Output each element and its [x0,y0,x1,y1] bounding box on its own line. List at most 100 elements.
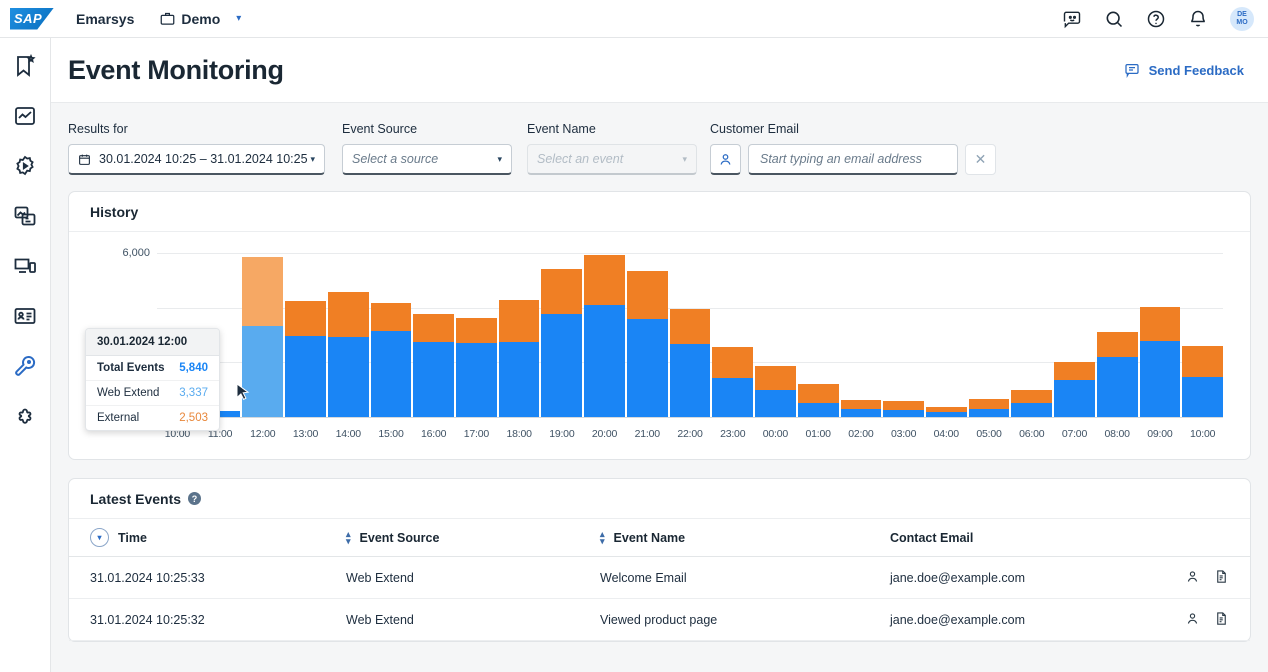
chart-plot-area: 6,000 0 [122,247,1223,423]
help-icon[interactable] [1146,9,1166,29]
x-axis-tick-label: 16:00 [421,428,447,440]
sidebar-item-integrations[interactable] [13,404,37,428]
column-header-event-name[interactable]: ▴ ▾ Event Name [600,529,890,545]
tools-wrench-icon [15,355,36,376]
chart-bar[interactable] [370,253,412,417]
date-range-picker[interactable]: 30.01.2024 10:25 – 31.01.2024 10:25 ▾ [68,144,325,175]
chart-bar[interactable] [925,253,967,417]
bar-segment-web-extend [1139,341,1181,417]
event-source-select[interactable]: Select a source ▾ [342,144,512,175]
table-header: ▾ Time ▴ ▾ Event Source ▴ ▾ Event Name Con… [69,519,1250,557]
bar-segment-web-extend [242,325,284,417]
x-axis-tick-label: 19:00 [549,428,575,440]
chart-bar[interactable] [968,253,1010,417]
x-axis-tick-label: 15:00 [378,428,404,440]
person-icon[interactable] [1185,611,1200,629]
chart-bar[interactable] [327,253,369,417]
bar-segment-web-extend [498,342,540,417]
latest-events-title: Latest Events [90,490,182,507]
x-axis-tick-label: 10:00 [1189,428,1216,440]
table-row[interactable]: 31.01.2024 10:25:33 Web Extend Welcome Ema… [69,557,1250,599]
bar-segment-web-extend [1011,402,1053,417]
bar-segment-web-extend [370,331,412,417]
comment-icon [1124,64,1139,78]
chart-bar[interactable] [498,253,540,417]
customer-email-input[interactable] [748,144,958,175]
bar-segment-web-extend [797,402,839,417]
chart-bar[interactable] [669,253,711,417]
clear-email-button[interactable]: ✕ [965,144,996,175]
bar-segment-external [712,347,754,378]
table-row[interactable]: 31.01.2024 10:25:32 Web Extend Viewed prod… [69,599,1250,641]
bar-segment-external [883,401,924,411]
account-switcher[interactable]: Demo ▾ [160,11,241,27]
bar-segment-external [1182,346,1223,377]
sidebar-item-channels[interactable] [13,254,37,278]
chart-bars [157,253,1223,417]
chart-bar[interactable] [285,253,326,417]
channels-device-icon [14,258,36,273]
sap-logo[interactable]: SAP [10,7,54,30]
avatar[interactable]: DE MO [1230,6,1254,31]
event-name-select[interactable]: Select an event ▾ [527,144,697,175]
customer-lookup-button[interactable] [710,144,741,175]
sidebar-item-content[interactable] [13,204,37,228]
integrations-puzzle-icon [18,408,32,424]
sort-descending-icon[interactable]: ▾ [90,528,109,547]
column-header-event-source[interactable]: ▴ ▾ Event Source [346,529,600,545]
chart-bar[interactable] [1096,253,1138,417]
sidebar-item-contacts[interactable] [13,304,37,328]
bar-segment-web-extend [327,336,369,417]
sidebar-item-analytics[interactable] [13,104,37,128]
sidebar-item-automation[interactable] [13,154,37,178]
x-axis-tick-label: 00:00 [762,428,789,440]
column-header-contact-email: Contact Email [890,531,1229,545]
person-icon[interactable] [1185,569,1200,587]
cell-event-source: Web Extend [346,570,414,585]
chart-bar[interactable] [541,253,583,417]
chart-bar[interactable] [840,253,882,417]
search-icon[interactable] [1104,9,1124,29]
chart-bar[interactable] [456,253,497,417]
person-icon [720,153,731,165]
send-feedback-button[interactable]: Send Feedback [1124,62,1244,78]
bar-segment-web-extend [456,343,497,417]
analytics-icon [15,107,35,125]
bar-segment-web-extend [584,305,625,417]
sidebar-item-tools[interactable] [13,354,37,378]
x-axis-tick-label: 03:00 [890,428,917,440]
chart-bar[interactable] [1139,253,1181,417]
chart-bar[interactable] [1182,253,1223,417]
history-title: History [90,203,139,220]
bar-segment-web-extend [755,389,796,417]
x-axis-tick-label: 17:00 [463,428,490,440]
document-icon[interactable] [1214,569,1229,587]
chart-bar[interactable] [755,253,796,417]
brand-name: Emarsys [76,10,135,27]
bell-icon[interactable] [1188,9,1208,29]
chart-bar[interactable] [1054,253,1095,417]
help-circle-icon[interactable]: ? [188,492,202,505]
sidebar-item-bookmark[interactable] [13,54,37,78]
chart-bar[interactable] [413,253,455,417]
feedback-smiley-icon[interactable] [1062,9,1082,29]
chart-bar[interactable] [712,253,754,417]
chart-bar[interactable] [626,253,668,417]
chart-bar[interactable] [584,253,625,417]
sort-toggle-icon[interactable]: ▴ ▾ [346,529,351,545]
document-icon[interactable] [1214,611,1229,629]
column-header-time[interactable]: ▾ Time [90,528,346,547]
x-axis-tick-label: 06:00 [1019,428,1045,440]
tooltip-label-external: External [97,412,140,424]
briefcase-icon [161,12,175,25]
tooltip-row-web-extend: Web Extend 3,337 [86,381,219,406]
bar-segment-web-extend [1096,357,1138,417]
chart-bar[interactable] [883,253,924,417]
chart-bar[interactable] [797,253,839,417]
chart-bar[interactable] [1011,253,1053,417]
results-for-label: Results for [68,122,128,136]
chevron-down-icon: ▾ [682,153,687,164]
x-axis-tick-label: 09:00 [1147,428,1173,440]
tooltip-label-total: Total Events [97,362,165,374]
sort-toggle-icon[interactable]: ▴ ▾ [600,529,605,545]
